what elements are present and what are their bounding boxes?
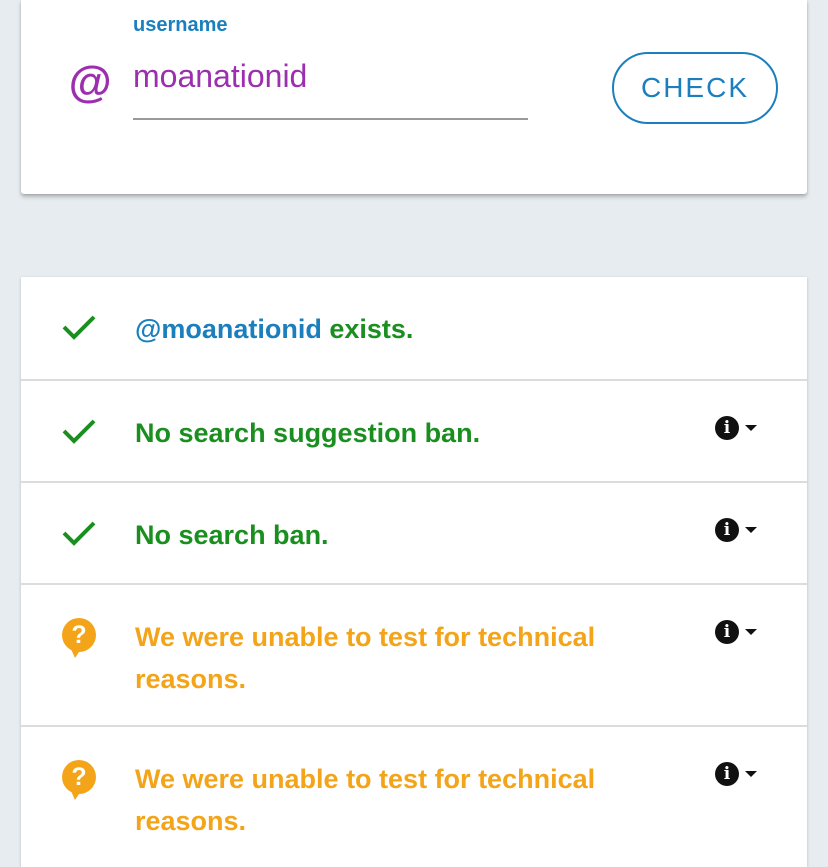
question-icon-wrap: ? bbox=[59, 757, 99, 800]
info-dropdown-toggle[interactable]: i bbox=[715, 513, 757, 547]
checkmark-icon bbox=[59, 411, 99, 451]
caret-down-icon bbox=[745, 771, 757, 777]
info-dropdown-toggle[interactable]: i bbox=[715, 615, 757, 649]
question-icon: ? bbox=[62, 760, 96, 800]
info-icon: i bbox=[715, 620, 739, 644]
search-card: username @ CHECK bbox=[21, 0, 807, 194]
username-input[interactable] bbox=[133, 56, 528, 120]
username-label: username bbox=[133, 14, 228, 36]
result-row-unknown-2: ? We were unable to test for technical r… bbox=[21, 725, 807, 867]
at-icon: @ bbox=[68, 58, 111, 107]
caret-down-icon bbox=[745, 527, 757, 533]
check-button[interactable]: CHECK bbox=[612, 52, 778, 124]
info-dropdown-toggle[interactable]: i bbox=[715, 411, 757, 445]
results-list: @moanationid exists. No search suggestio… bbox=[21, 277, 807, 867]
info-dropdown-toggle[interactable]: i bbox=[715, 757, 757, 791]
info-icon: i bbox=[715, 416, 739, 440]
question-icon: ? bbox=[62, 618, 96, 658]
result-row-unknown-1: ? We were unable to test for technical r… bbox=[21, 583, 807, 725]
result-text: We were unable to test for technical rea… bbox=[135, 622, 596, 694]
caret-down-icon bbox=[745, 425, 757, 431]
checkmark-icon bbox=[59, 307, 99, 347]
question-icon-wrap: ? bbox=[59, 615, 99, 658]
result-row-exists: @moanationid exists. bbox=[21, 277, 807, 379]
info-icon: i bbox=[715, 518, 739, 542]
caret-down-icon bbox=[745, 629, 757, 635]
result-text: @moanationid exists. bbox=[135, 314, 414, 344]
result-text: No search ban. bbox=[135, 520, 329, 550]
result-text: No search suggestion ban. bbox=[135, 418, 481, 448]
result-text: We were unable to test for technical rea… bbox=[135, 764, 596, 836]
checkmark-icon bbox=[59, 513, 99, 553]
info-icon: i bbox=[715, 762, 739, 786]
result-row-search-ban: No search ban. i bbox=[21, 481, 807, 583]
result-row-search-suggestion-ban: No search suggestion ban. i bbox=[21, 379, 807, 481]
username-handle[interactable]: @moanationid bbox=[135, 314, 322, 344]
